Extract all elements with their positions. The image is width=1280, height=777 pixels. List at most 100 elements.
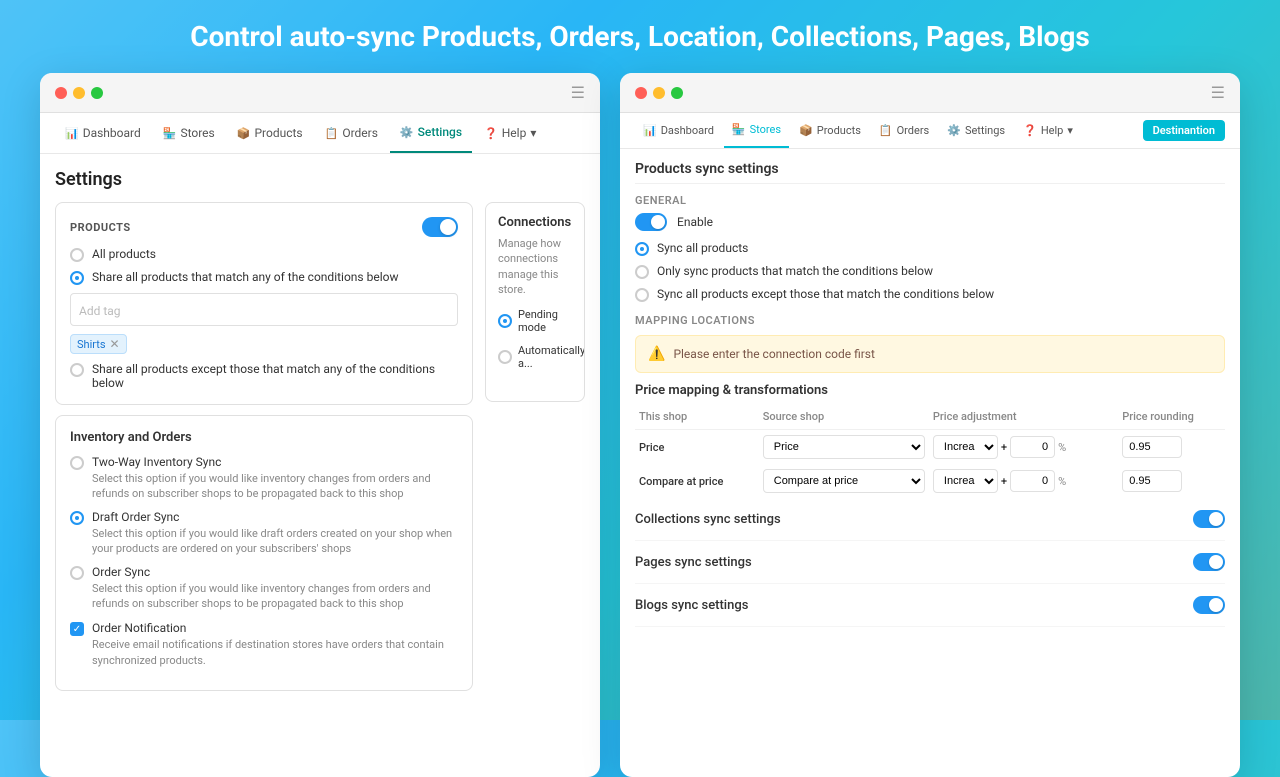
adjustment-group-price: Increase + % bbox=[933, 435, 1114, 459]
sync-match-circle bbox=[635, 265, 649, 279]
settings-page-title: Settings bbox=[55, 169, 585, 190]
left-nav: 📊 Dashboard 🏪 Stores 📦 Products 📋 Orders… bbox=[40, 113, 600, 154]
right-nav: 📊 Dashboard 🏪 Stores 📦 Products 📋 Orders… bbox=[620, 113, 1240, 149]
connections-col: Connections Manage how connections manag… bbox=[485, 202, 585, 762]
right-nav-products[interactable]: 📦 Products bbox=[791, 114, 869, 147]
enable-toggle[interactable] bbox=[635, 213, 667, 231]
right-stores-label: Stores bbox=[750, 123, 781, 136]
collections-toggle[interactable] bbox=[1193, 510, 1225, 528]
enable-row: Enable bbox=[635, 213, 1225, 231]
products-card: PRODUCTS All products Share all products… bbox=[55, 202, 473, 405]
source-shop-compare-select[interactable]: Compare at price bbox=[763, 469, 925, 493]
sync-except-products[interactable]: Sync all products except those that matc… bbox=[635, 287, 1225, 302]
sync-except-label: Sync all products except those that matc… bbox=[657, 287, 994, 301]
blogs-toggle[interactable] bbox=[1193, 596, 1225, 614]
minimize-button-right[interactable] bbox=[653, 87, 665, 99]
sync-match-label: Only sync products that match the condit… bbox=[657, 264, 933, 278]
adjustment-value-compare[interactable] bbox=[1010, 470, 1055, 492]
right-nav-settings[interactable]: ⚙️ Settings bbox=[939, 114, 1013, 147]
this-shop-compare: Compare at price bbox=[635, 464, 759, 498]
tags-row: Shirts ✕ bbox=[70, 334, 458, 354]
auto-radio bbox=[498, 350, 512, 364]
sync-match-products[interactable]: Only sync products that match the condit… bbox=[635, 264, 1225, 279]
radio-content-twoway: Two-Way Inventory Sync Select this optio… bbox=[92, 455, 458, 502]
nav-item-help[interactable]: ❓ Help ▾ bbox=[474, 114, 546, 152]
draft-desc: Select this option if you would like dra… bbox=[92, 526, 458, 557]
right-content: Products sync settings General Enable Sy… bbox=[620, 149, 1240, 729]
pages-toggle[interactable] bbox=[1193, 553, 1225, 571]
inventory-title: Inventory and Orders bbox=[70, 430, 458, 445]
window-chrome-left: ☰ bbox=[40, 73, 600, 113]
close-button[interactable] bbox=[55, 87, 67, 99]
inventory-radio-group: Two-Way Inventory Sync Select this optio… bbox=[70, 455, 458, 611]
general-label: General bbox=[635, 194, 1225, 207]
order-notification-checkbox: ✓ bbox=[70, 622, 84, 636]
hamburger-icon-right[interactable]: ☰ bbox=[1211, 83, 1225, 102]
panels-container: ☰ 📊 Dashboard 🏪 Stores 📦 Products 📋 Orde… bbox=[40, 73, 1240, 777]
radio-draft-order[interactable]: Draft Order Sync Select this option if y… bbox=[70, 510, 458, 557]
right-nav-dashboard[interactable]: 📊 Dashboard bbox=[635, 114, 722, 147]
nav-item-stores[interactable]: 🏪 Stores bbox=[153, 114, 225, 152]
nav-label-products: Products bbox=[254, 126, 302, 140]
right-help-label: Help bbox=[1041, 124, 1064, 137]
nav-item-settings[interactable]: ⚙️ Settings bbox=[390, 113, 472, 153]
sync-all-products[interactable]: Sync all products bbox=[635, 241, 1225, 256]
right-dashboard-icon: 📊 bbox=[643, 124, 657, 137]
order-notification-item[interactable]: ✓ Order Notification Receive email notif… bbox=[70, 621, 458, 668]
hamburger-icon[interactable]: ☰ bbox=[571, 83, 585, 102]
pending-option[interactable]: Pending mode bbox=[498, 308, 572, 334]
right-nav-stores[interactable]: 🏪 Stores bbox=[724, 113, 789, 148]
radio-circle-except bbox=[70, 363, 84, 377]
nav-item-dashboard[interactable]: 📊 Dashboard bbox=[55, 114, 151, 152]
sync-radio-group: Sync all products Only sync products tha… bbox=[635, 241, 1225, 302]
maximize-button[interactable] bbox=[91, 87, 103, 99]
left-panel: ☰ 📊 Dashboard 🏪 Stores 📦 Products 📋 Orde… bbox=[40, 73, 600, 777]
checkmark-icon: ✓ bbox=[73, 624, 81, 635]
rounding-price[interactable] bbox=[1122, 436, 1182, 458]
radio-match-products[interactable]: Share all products that match any of the… bbox=[70, 270, 458, 285]
minimize-button[interactable] bbox=[73, 87, 85, 99]
adjustment-value-price[interactable] bbox=[1010, 436, 1055, 458]
stores-icon: 🏪 bbox=[163, 127, 177, 140]
col-price-rounding: Price rounding bbox=[1118, 404, 1225, 430]
rounding-compare[interactable] bbox=[1122, 470, 1182, 492]
tag-label: Shirts bbox=[77, 338, 106, 351]
adjustment-type-compare[interactable]: Increase bbox=[933, 469, 998, 493]
warning-box: ⚠️ Please enter the connection code firs… bbox=[635, 335, 1225, 373]
ordersync-desc: Select this option if you would like inv… bbox=[92, 581, 458, 612]
percent-sign-compare: % bbox=[1058, 475, 1066, 488]
maximize-button-right[interactable] bbox=[671, 87, 683, 99]
tag-remove-icon[interactable]: ✕ bbox=[110, 337, 120, 351]
adjustment-type-price[interactable]: Increase bbox=[933, 435, 998, 459]
col-source-shop: Source shop bbox=[759, 404, 929, 430]
settings-main-col: PRODUCTS All products Share all products… bbox=[55, 202, 473, 762]
tag-input-wrapper[interactable]: Add tag bbox=[70, 293, 458, 326]
auto-option[interactable]: Automatically a... bbox=[498, 344, 572, 370]
close-button-right[interactable] bbox=[635, 87, 647, 99]
sync-all-label: Sync all products bbox=[657, 241, 748, 255]
source-shop-price-select[interactable]: Price bbox=[763, 435, 925, 459]
right-nav-orders[interactable]: 📋 Orders bbox=[871, 114, 937, 147]
radio-label-match: Share all products that match any of the… bbox=[92, 270, 398, 284]
col-this-shop: This shop bbox=[635, 404, 759, 430]
connections-card: Connections Manage how connections manag… bbox=[485, 202, 585, 402]
table-row-compare: Compare at price Compare at price Increa… bbox=[635, 464, 1225, 498]
radio-label-except: Share all products except those that mat… bbox=[92, 362, 458, 390]
notification-content: Order Notification Receive email notific… bbox=[92, 621, 458, 668]
radio-content-draft: Draft Order Sync Select this option if y… bbox=[92, 510, 458, 557]
radio-except-products[interactable]: Share all products except those that mat… bbox=[70, 362, 458, 390]
products-radio-group: All products Share all products that mat… bbox=[70, 247, 458, 285]
dashboard-icon: 📊 bbox=[65, 127, 79, 140]
radio-all-products[interactable]: All products bbox=[70, 247, 458, 262]
radio-order-sync[interactable]: Order Sync Select this option if you wou… bbox=[70, 565, 458, 612]
products-toggle[interactable] bbox=[422, 217, 458, 237]
radio-two-way[interactable]: Two-Way Inventory Sync Select this optio… bbox=[70, 455, 458, 502]
pages-sync-row: Pages sync settings bbox=[635, 541, 1225, 584]
table-row-price: Price Price Increase + bbox=[635, 430, 1225, 465]
help-icon: ❓ bbox=[484, 127, 498, 140]
orders-icon: 📋 bbox=[325, 127, 339, 140]
right-nav-help[interactable]: ❓ Help ▾ bbox=[1015, 114, 1081, 147]
enable-label: Enable bbox=[677, 215, 713, 229]
nav-item-orders[interactable]: 📋 Orders bbox=[315, 114, 388, 152]
nav-item-products[interactable]: 📦 Products bbox=[227, 114, 313, 152]
